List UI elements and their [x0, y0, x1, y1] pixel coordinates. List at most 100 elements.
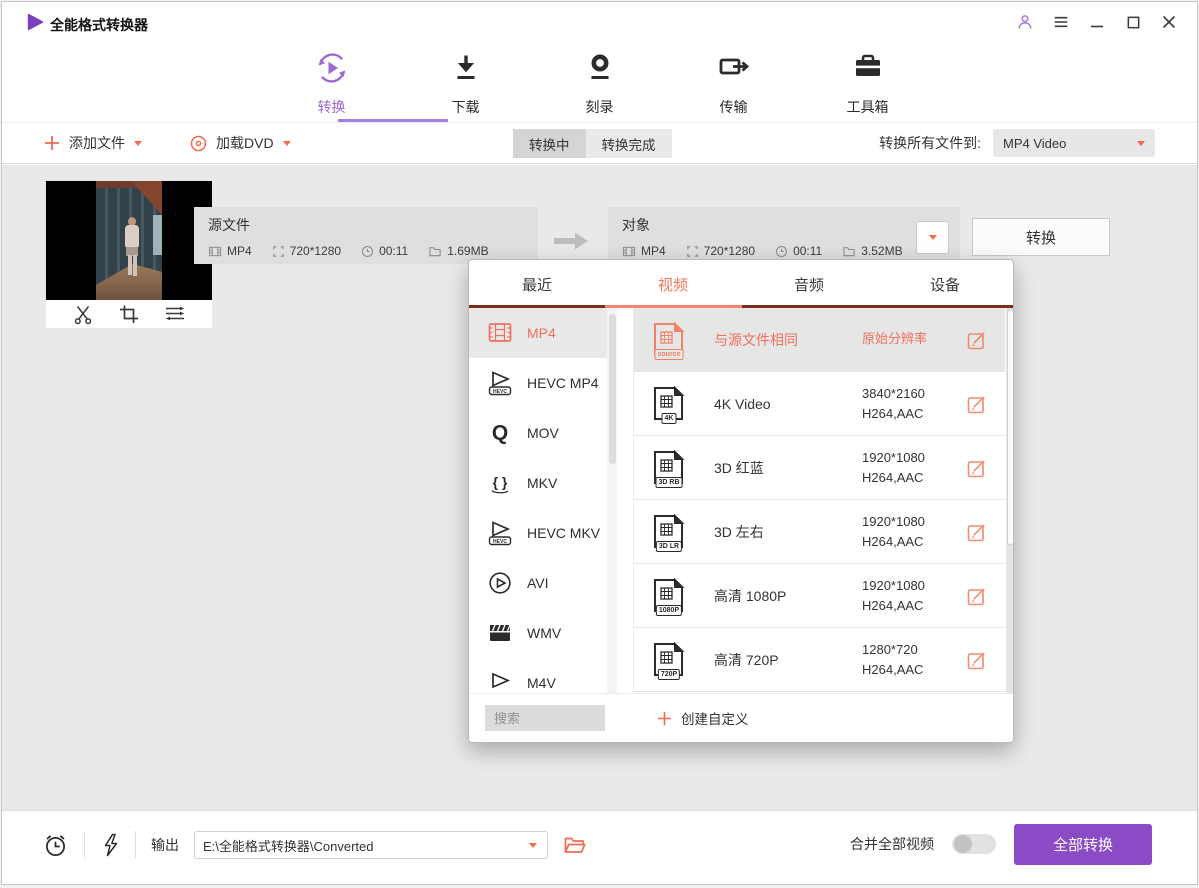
format-item-wmv[interactable]: WMV: [469, 608, 607, 658]
footer-divider: [84, 831, 85, 859]
resolution-icon: [272, 245, 285, 258]
convert-icon: [314, 50, 350, 91]
row-convert-button[interactable]: 转换: [972, 218, 1110, 256]
nav-tab-burn[interactable]: 刻录: [557, 50, 643, 117]
preset-same-as-source[interactable]: source 与源文件相同 原始分辨率: [634, 308, 1005, 372]
svg-text:HEVC: HEVC: [493, 539, 507, 545]
titlebar: 全能格式转换器: [2, 2, 1197, 42]
nav-tab-transfer[interactable]: 传输: [691, 50, 777, 117]
tab-finished[interactable]: 转换完成: [586, 129, 672, 158]
resolution-icon: [686, 245, 699, 258]
footer: 输出 E:\全能格式转换器\Converted 合并全部视频 全部转换: [2, 810, 1197, 884]
preset-hd-720p[interactable]: 720P 高清 720P 1280*720H264,AAC: [634, 628, 1005, 692]
hevc-play-icon: HEVC: [487, 520, 513, 546]
target-preset-caret-icon: [929, 235, 937, 240]
search-input[interactable]: [485, 705, 605, 731]
format-item-mp4[interactable]: MP4: [469, 308, 607, 358]
format-list: MP4 HEVC HEVC MP4 Q MOV { } MKV: [469, 308, 607, 695]
add-file-label: 添加文件: [69, 133, 125, 153]
app-logo-icon: [26, 13, 44, 36]
edit-preset-icon[interactable]: [967, 586, 987, 606]
play-circle-icon: [487, 570, 513, 596]
create-custom-button[interactable]: 创建自定义: [657, 705, 749, 731]
720p-doc-icon: 720P: [650, 641, 688, 679]
minimize-icon[interactable]: [1087, 12, 1107, 32]
preset-scrollbar[interactable]: [1006, 308, 1013, 695]
toggle-knob: [954, 835, 972, 853]
format-item-m4v[interactable]: M4V: [469, 658, 607, 695]
burn-disc-icon: [582, 50, 618, 91]
3d-lr-doc-icon: 3D LR: [650, 513, 688, 551]
hevc-play-icon: HEVC: [487, 370, 513, 396]
maximize-icon[interactable]: [1123, 12, 1143, 32]
app-title: 全能格式转换器: [50, 15, 148, 35]
target-file-panel: 对象 MP4 720*1280 00:11 3.52MB: [608, 207, 960, 264]
menu-icon[interactable]: [1051, 12, 1071, 32]
target-size: 3.52MB: [861, 244, 902, 258]
thumbnail-image: [46, 181, 212, 300]
target-resolution: 720*1280: [704, 244, 755, 258]
preset-3d-left-right[interactable]: 3D LR 3D 左右 1920*1080H264,AAC: [634, 500, 1005, 564]
tab-converting[interactable]: 转换中: [513, 129, 586, 158]
nav-label-transfer: 传输: [720, 97, 748, 117]
size-icon: [428, 245, 442, 258]
edit-preset-icon[interactable]: [967, 650, 987, 670]
plus-icon: [657, 711, 672, 726]
preset-hd-1080p[interactable]: 1080P 高清 1080P 1920*1080H264,AAC: [634, 564, 1005, 628]
nav-tab-toolbox[interactable]: 工具箱: [825, 50, 911, 117]
tab-audio[interactable]: 音频: [741, 260, 877, 308]
svg-text:HEVC: HEVC: [493, 389, 507, 395]
edit-preset-icon[interactable]: [967, 522, 987, 542]
edit-preset-icon[interactable]: [967, 330, 987, 350]
svg-text:{ }: { }: [493, 474, 508, 490]
high-speed-bolt-icon[interactable]: [100, 833, 120, 857]
account-icon[interactable]: [1015, 12, 1035, 32]
format-item-mkv[interactable]: { } MKV: [469, 458, 607, 508]
convert-arrow-icon: [554, 231, 590, 256]
video-thumbnail[interactable]: [46, 181, 212, 328]
edit-preset-icon[interactable]: [967, 458, 987, 478]
schedule-clock-icon[interactable]: [42, 832, 69, 859]
nav-tab-download[interactable]: 下载: [423, 50, 509, 117]
load-dvd-label: 加载DVD: [216, 133, 274, 153]
format-item-hevc-mkv[interactable]: HEVC HEVC MKV: [469, 508, 607, 558]
preset-panel-tabs: 最近 视频 音频 设备: [469, 260, 1013, 308]
tab-video[interactable]: 视频: [605, 260, 741, 308]
format-scrollbar[interactable]: [607, 308, 617, 695]
clapperboard-icon: [487, 620, 513, 646]
open-folder-icon[interactable]: [563, 834, 587, 856]
duration-icon: [775, 245, 788, 258]
crop-icon[interactable]: [118, 303, 140, 325]
nav-label-convert: 转换: [318, 97, 346, 117]
preset-4k-video[interactable]: 4K 4K Video 3840*2160H264,AAC: [634, 372, 1005, 436]
tab-device[interactable]: 设备: [877, 260, 1013, 308]
source-doc-icon: source: [650, 321, 688, 359]
preset-3d-red-blue[interactable]: 3D RB 3D 红蓝 1920*1080H264,AAC: [634, 436, 1005, 500]
merge-videos-toggle[interactable]: [952, 834, 996, 854]
nav-label-toolbox: 工具箱: [847, 97, 889, 117]
main-nav: 转换 下载 刻录: [2, 42, 1197, 123]
load-dvd-caret-icon: [283, 141, 291, 146]
edit-preset-icon[interactable]: [967, 394, 987, 414]
format-item-hevc-mp4[interactable]: HEVC HEVC MP4: [469, 358, 607, 408]
format-item-mov[interactable]: Q MOV: [469, 408, 607, 458]
4k-doc-icon: 4K: [650, 385, 688, 423]
target-preset-dropdown-button[interactable]: [916, 221, 949, 254]
tab-recent[interactable]: 最近: [469, 260, 605, 308]
mp4-film-icon: [487, 320, 513, 346]
film-icon: [622, 245, 636, 258]
format-item-avi[interactable]: AVI: [469, 558, 607, 608]
nav-tab-convert[interactable]: 转换: [289, 50, 375, 117]
trim-scissors-icon[interactable]: [72, 303, 94, 325]
load-dvd-button[interactable]: 加载DVD: [190, 123, 291, 163]
duration-icon: [361, 245, 374, 258]
source-format: MP4: [227, 244, 252, 258]
target-duration: 00:11: [793, 244, 822, 258]
close-icon[interactable]: [1159, 12, 1179, 32]
output-path-select[interactable]: E:\全能格式转换器\Converted: [194, 831, 548, 859]
nav-label-download: 下载: [452, 97, 480, 117]
convert-all-button[interactable]: 全部转换: [1014, 824, 1152, 865]
target-format-select[interactable]: MP4 Video: [993, 129, 1155, 157]
effects-adjust-icon[interactable]: [164, 303, 186, 325]
add-file-button[interactable]: 添加文件: [44, 123, 142, 163]
